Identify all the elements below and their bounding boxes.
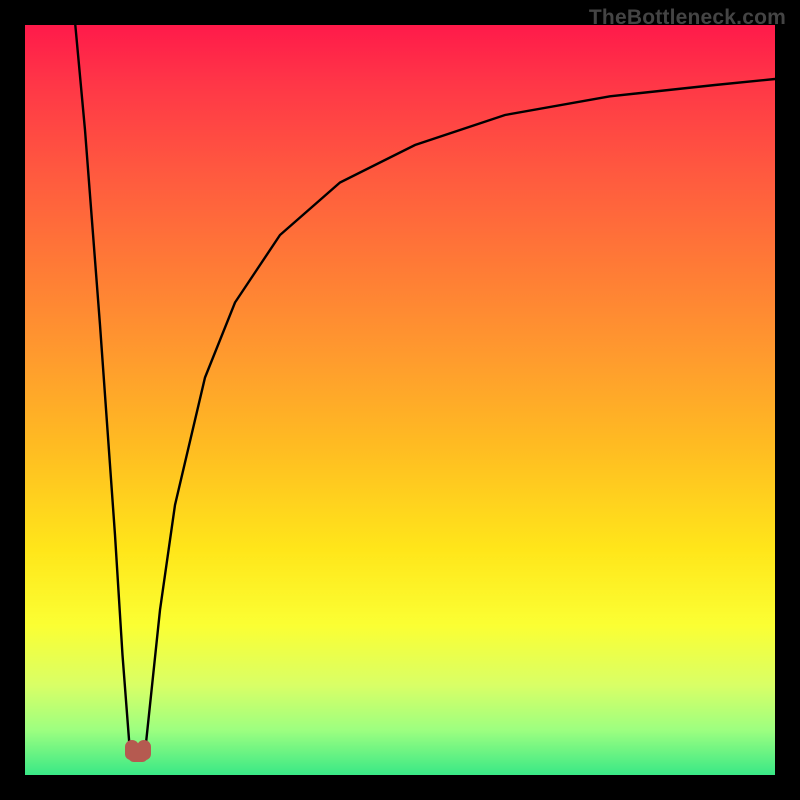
curve-left-branch xyxy=(75,25,130,753)
curve-right-branch xyxy=(145,79,775,753)
chart-frame: TheBottleneck.com xyxy=(0,0,800,800)
plot-area xyxy=(25,25,775,775)
curve-layer xyxy=(25,25,775,775)
